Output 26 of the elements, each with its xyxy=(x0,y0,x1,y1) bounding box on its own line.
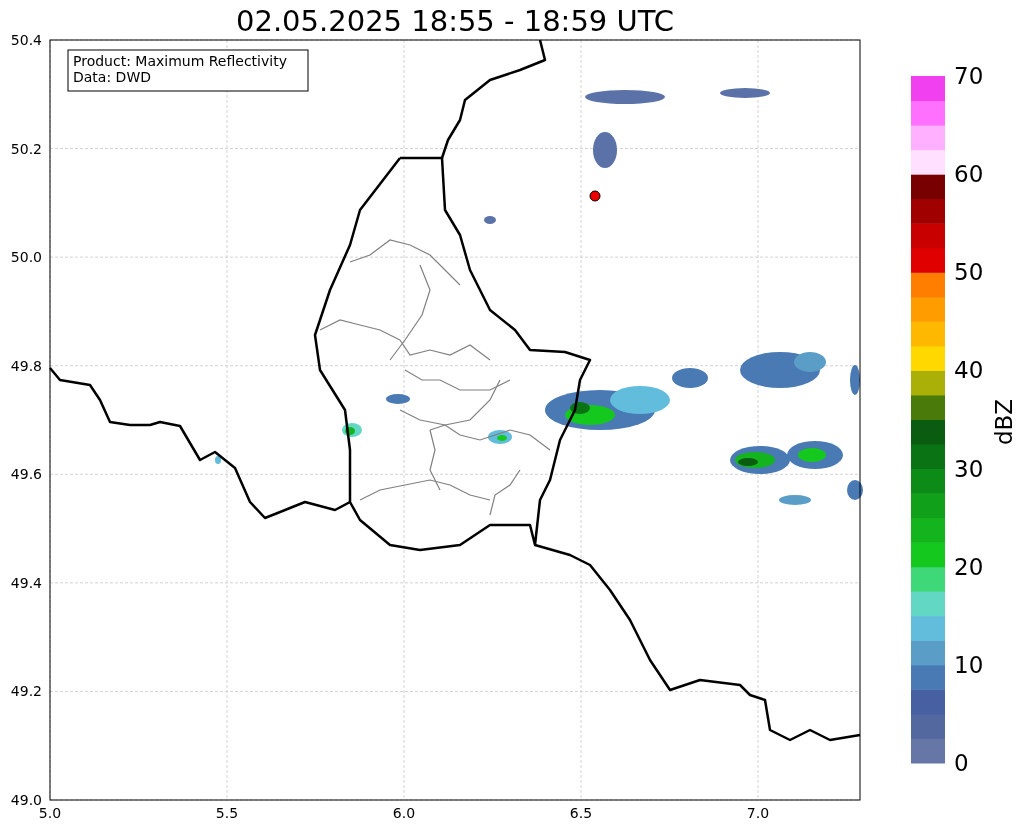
y-tick-label: 50.4 xyxy=(10,32,42,48)
colorbar-tick-label: 70 xyxy=(954,63,984,89)
info-text: Product: Maximum Reflectivity xyxy=(73,53,287,69)
y-tick-label: 50.0 xyxy=(10,249,42,266)
colorbar-tick-label: 20 xyxy=(954,553,984,580)
colorbar-tick-label: 0 xyxy=(954,750,969,776)
y-tick-label: 50.2 xyxy=(10,140,42,157)
x-tick-label: 7.0 xyxy=(746,805,770,821)
colorbar-tick-label: 40 xyxy=(954,357,984,384)
x-tick-label: 5.5 xyxy=(215,805,239,821)
y-tick-label: 49.0 xyxy=(10,792,42,808)
y-tick-label: 49.6 xyxy=(10,466,42,483)
chart-title: 02.05.2025 18:55 - 18:59 UTC xyxy=(236,4,674,38)
colorbar-label: dBZ xyxy=(991,398,1017,446)
x-tick-label: 6.5 xyxy=(569,805,593,821)
colorbar-tick-label: 50 xyxy=(954,259,984,286)
x-tick-label: 6.0 xyxy=(392,805,416,821)
colorbar-tick-label: 30 xyxy=(954,455,984,482)
info-text: Data: DWD xyxy=(73,69,151,85)
y-tick-label: 49.8 xyxy=(10,357,42,374)
y-tick-label: 49.4 xyxy=(10,574,42,591)
y-tick-label: 49.2 xyxy=(10,683,42,700)
colorbar-tick-label: 60 xyxy=(954,161,984,188)
x-tick-label: 5.0 xyxy=(38,805,62,821)
location-marker xyxy=(589,190,601,202)
colorbar-tick-label: 10 xyxy=(954,651,984,678)
